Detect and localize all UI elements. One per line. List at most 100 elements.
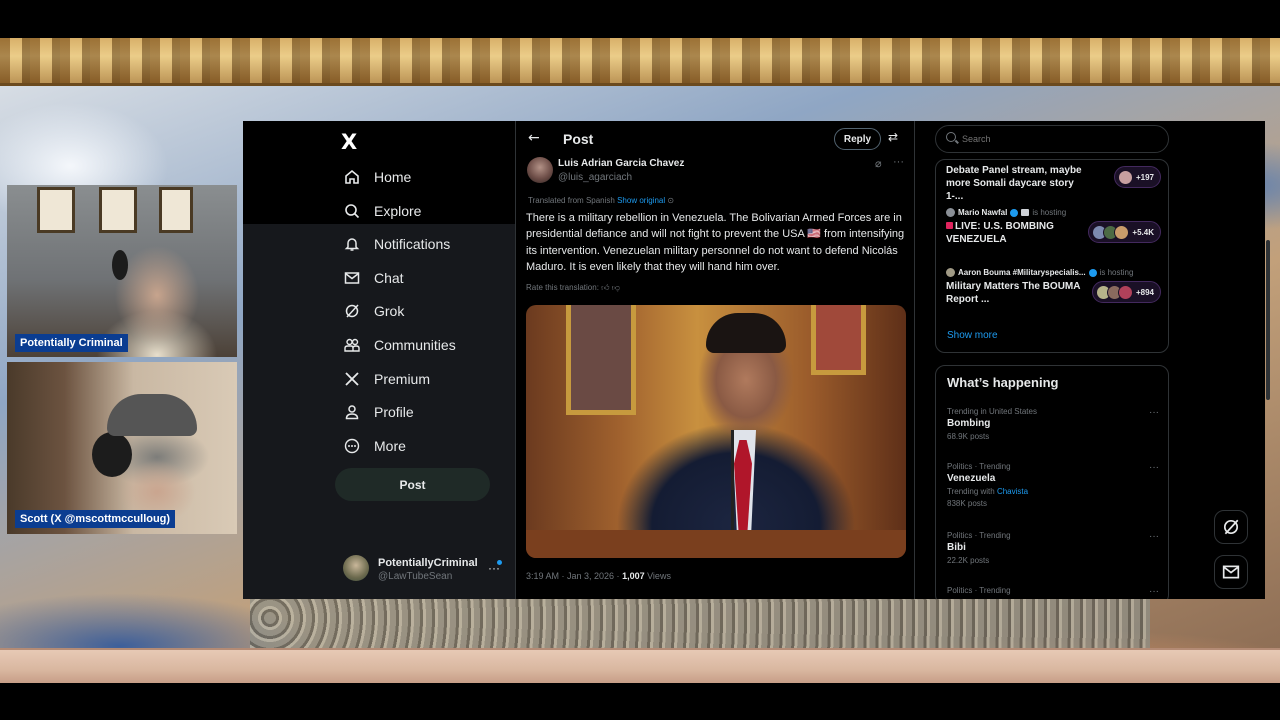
cam-label-1: Potentially Criminal bbox=[15, 334, 128, 352]
x-icon bbox=[343, 370, 361, 388]
nav-label: Chat bbox=[374, 270, 404, 286]
live-spaces-card: Debate Panel stream, maybe more Somali d… bbox=[935, 159, 1169, 353]
x-logo-icon[interactable]: X bbox=[341, 130, 357, 154]
view-count: 1,007 bbox=[622, 571, 645, 581]
verified-badge-icon bbox=[1010, 208, 1019, 217]
more-dots-icon[interactable]: ··· bbox=[1149, 407, 1159, 418]
envelope-icon bbox=[1222, 565, 1240, 579]
info-icon: ⊙ bbox=[667, 196, 675, 205]
frame-bottom-band bbox=[0, 648, 1280, 683]
more-dots-icon[interactable]: ··· bbox=[1149, 531, 1159, 542]
trend-item[interactable]: Politics · Trending Venezuela Trending w… bbox=[947, 462, 1159, 508]
nav-item-notifications[interactable]: Notifications bbox=[343, 229, 450, 259]
post-button[interactable]: Post bbox=[335, 468, 490, 501]
section-title: What’s happening bbox=[947, 375, 1059, 390]
account-handle: @LawTubeSean bbox=[378, 571, 453, 582]
trend-with: Trending with Chavista bbox=[947, 487, 1159, 496]
grok-icon[interactable]: ⌀ bbox=[875, 157, 882, 170]
webcam-host-1: Potentially Criminal bbox=[7, 185, 237, 357]
nav-label: More bbox=[374, 438, 406, 454]
webcam-host-2: Scott (X @mscottmcculloug) bbox=[7, 362, 237, 534]
messages-floating-button[interactable] bbox=[1214, 555, 1248, 589]
back-arrow-icon[interactable]: ← bbox=[528, 130, 540, 146]
views-label: Views bbox=[644, 571, 671, 581]
author-name[interactable]: Luis Adrian Garcia Chavez bbox=[558, 158, 684, 169]
author-avatar[interactable] bbox=[527, 157, 553, 183]
trend-meta: Politics · Trending bbox=[947, 531, 1011, 540]
nav-item-profile[interactable]: Profile bbox=[343, 397, 414, 427]
avatar bbox=[1117, 284, 1133, 300]
trend-posts: 838K posts bbox=[947, 499, 988, 508]
avatar bbox=[1117, 169, 1133, 185]
space-item[interactable]: Debate Panel stream, maybe more Somali d… bbox=[946, 164, 1161, 203]
wall-frame bbox=[159, 187, 193, 233]
trend-name: Bibi bbox=[947, 542, 966, 553]
person-icon bbox=[343, 403, 361, 421]
space-host: Aaron Bouma #Militaryspecialis... is hos… bbox=[946, 268, 1161, 277]
post-time[interactable]: 3:19 AM · Jan 3, 2026 · bbox=[526, 571, 622, 581]
whats-happening-card: What’s happening Trending in United Stat… bbox=[935, 365, 1169, 599]
search-input[interactable] bbox=[962, 131, 1162, 147]
search-box[interactable] bbox=[935, 125, 1169, 153]
space-title: Debate Panel stream, maybe more Somali d… bbox=[946, 165, 1082, 202]
show-more-link[interactable]: Show more bbox=[947, 330, 998, 341]
more-dots-icon[interactable]: ··· bbox=[1149, 586, 1159, 597]
trend-item[interactable]: Trending in United States Bombing 68.9K … bbox=[947, 407, 1159, 441]
painting-frame bbox=[566, 305, 636, 415]
author-handle[interactable]: @luis_agarciach bbox=[558, 172, 632, 183]
more-circle-icon bbox=[343, 437, 361, 455]
more-dots-icon[interactable]: ··· bbox=[893, 156, 904, 168]
listener-count-value: +5.4K bbox=[1132, 227, 1154, 237]
host-name: Aaron Bouma #Militaryspecialis... bbox=[958, 268, 1086, 277]
listener-count: +5.4K bbox=[1088, 221, 1161, 243]
ornate-frame-border bbox=[0, 38, 1280, 86]
adjust-icon[interactable]: ⇄ bbox=[888, 130, 898, 144]
listener-count-value: +197 bbox=[1135, 172, 1154, 182]
trend-name: Venezuela bbox=[947, 473, 996, 484]
space-item[interactable]: Aaron Bouma #Militaryspecialis... is hos… bbox=[946, 268, 1161, 306]
listener-count: +894 bbox=[1091, 281, 1161, 303]
trend-meta: Politics · Trending bbox=[947, 462, 1011, 471]
nav-label: Profile bbox=[374, 404, 414, 420]
nav-item-chat[interactable]: Chat bbox=[343, 263, 404, 293]
nav-item-home[interactable]: Home bbox=[343, 162, 411, 192]
home-icon bbox=[343, 168, 361, 186]
post-image[interactable] bbox=[526, 305, 906, 558]
avatar bbox=[1114, 224, 1130, 240]
grok-floating-button[interactable] bbox=[1214, 510, 1248, 544]
trend-item[interactable]: Politics · Trending ··· bbox=[947, 586, 1159, 597]
host-name: Mario Nawfal bbox=[958, 208, 1008, 217]
trend-posts: 22.2K posts bbox=[947, 556, 990, 565]
reply-button[interactable]: Reply bbox=[834, 128, 881, 150]
page-scrollbar[interactable] bbox=[1266, 240, 1270, 400]
nav-label: Grok bbox=[374, 303, 405, 319]
trend-related-link[interactable]: Chavista bbox=[997, 487, 1028, 496]
nav-label: Premium bbox=[374, 371, 431, 387]
space-title: Military Matters The BOUMA Report ... bbox=[946, 281, 1081, 305]
trend-item[interactable]: Politics · Trending Bibi 22.2K posts ··· bbox=[947, 531, 1159, 565]
hosting-label: is hosting bbox=[1032, 208, 1067, 217]
nav-label: Explore bbox=[374, 203, 422, 219]
headset-icon bbox=[92, 432, 132, 477]
nav-item-premium[interactable]: Premium bbox=[343, 364, 430, 394]
nav-item-explore[interactable]: Explore bbox=[343, 196, 421, 226]
account-switcher[interactable]: PotentiallyCriminal @LawTubeSean ··· bbox=[343, 555, 508, 585]
nav-label: Home bbox=[374, 169, 412, 185]
space-item[interactable]: Mario Nawfal is hosting LIVE: U.S. BOMBI… bbox=[946, 208, 1161, 246]
page-title: Post bbox=[563, 131, 594, 147]
cap-icon bbox=[107, 394, 197, 436]
thumbs-down-icon[interactable]: 👎︎ bbox=[612, 283, 620, 292]
nav-item-more[interactable]: More bbox=[343, 431, 406, 461]
post-column: ← Post Reply ⇄ Luis Adrian Garcia Chavez… bbox=[515, 121, 915, 599]
thumbs-up-icon[interactable]: 👍︎ bbox=[601, 283, 609, 292]
avatar bbox=[946, 208, 955, 217]
search-icon bbox=[946, 132, 956, 142]
show-original-link[interactable]: Show original bbox=[617, 196, 665, 205]
x-browser-window: X Home Explore Notifications Chat Grok C… bbox=[243, 121, 1265, 599]
post-meta: 3:19 AM · Jan 3, 2026 · 1,007 Views bbox=[526, 571, 671, 581]
coins-pile bbox=[250, 598, 1150, 650]
nav-item-communities[interactable]: Communities bbox=[343, 330, 456, 360]
nav-item-grok[interactable]: Grok bbox=[343, 296, 404, 326]
account-name: PotentiallyCriminal bbox=[378, 557, 478, 569]
more-dots-icon[interactable]: ··· bbox=[1149, 462, 1159, 473]
